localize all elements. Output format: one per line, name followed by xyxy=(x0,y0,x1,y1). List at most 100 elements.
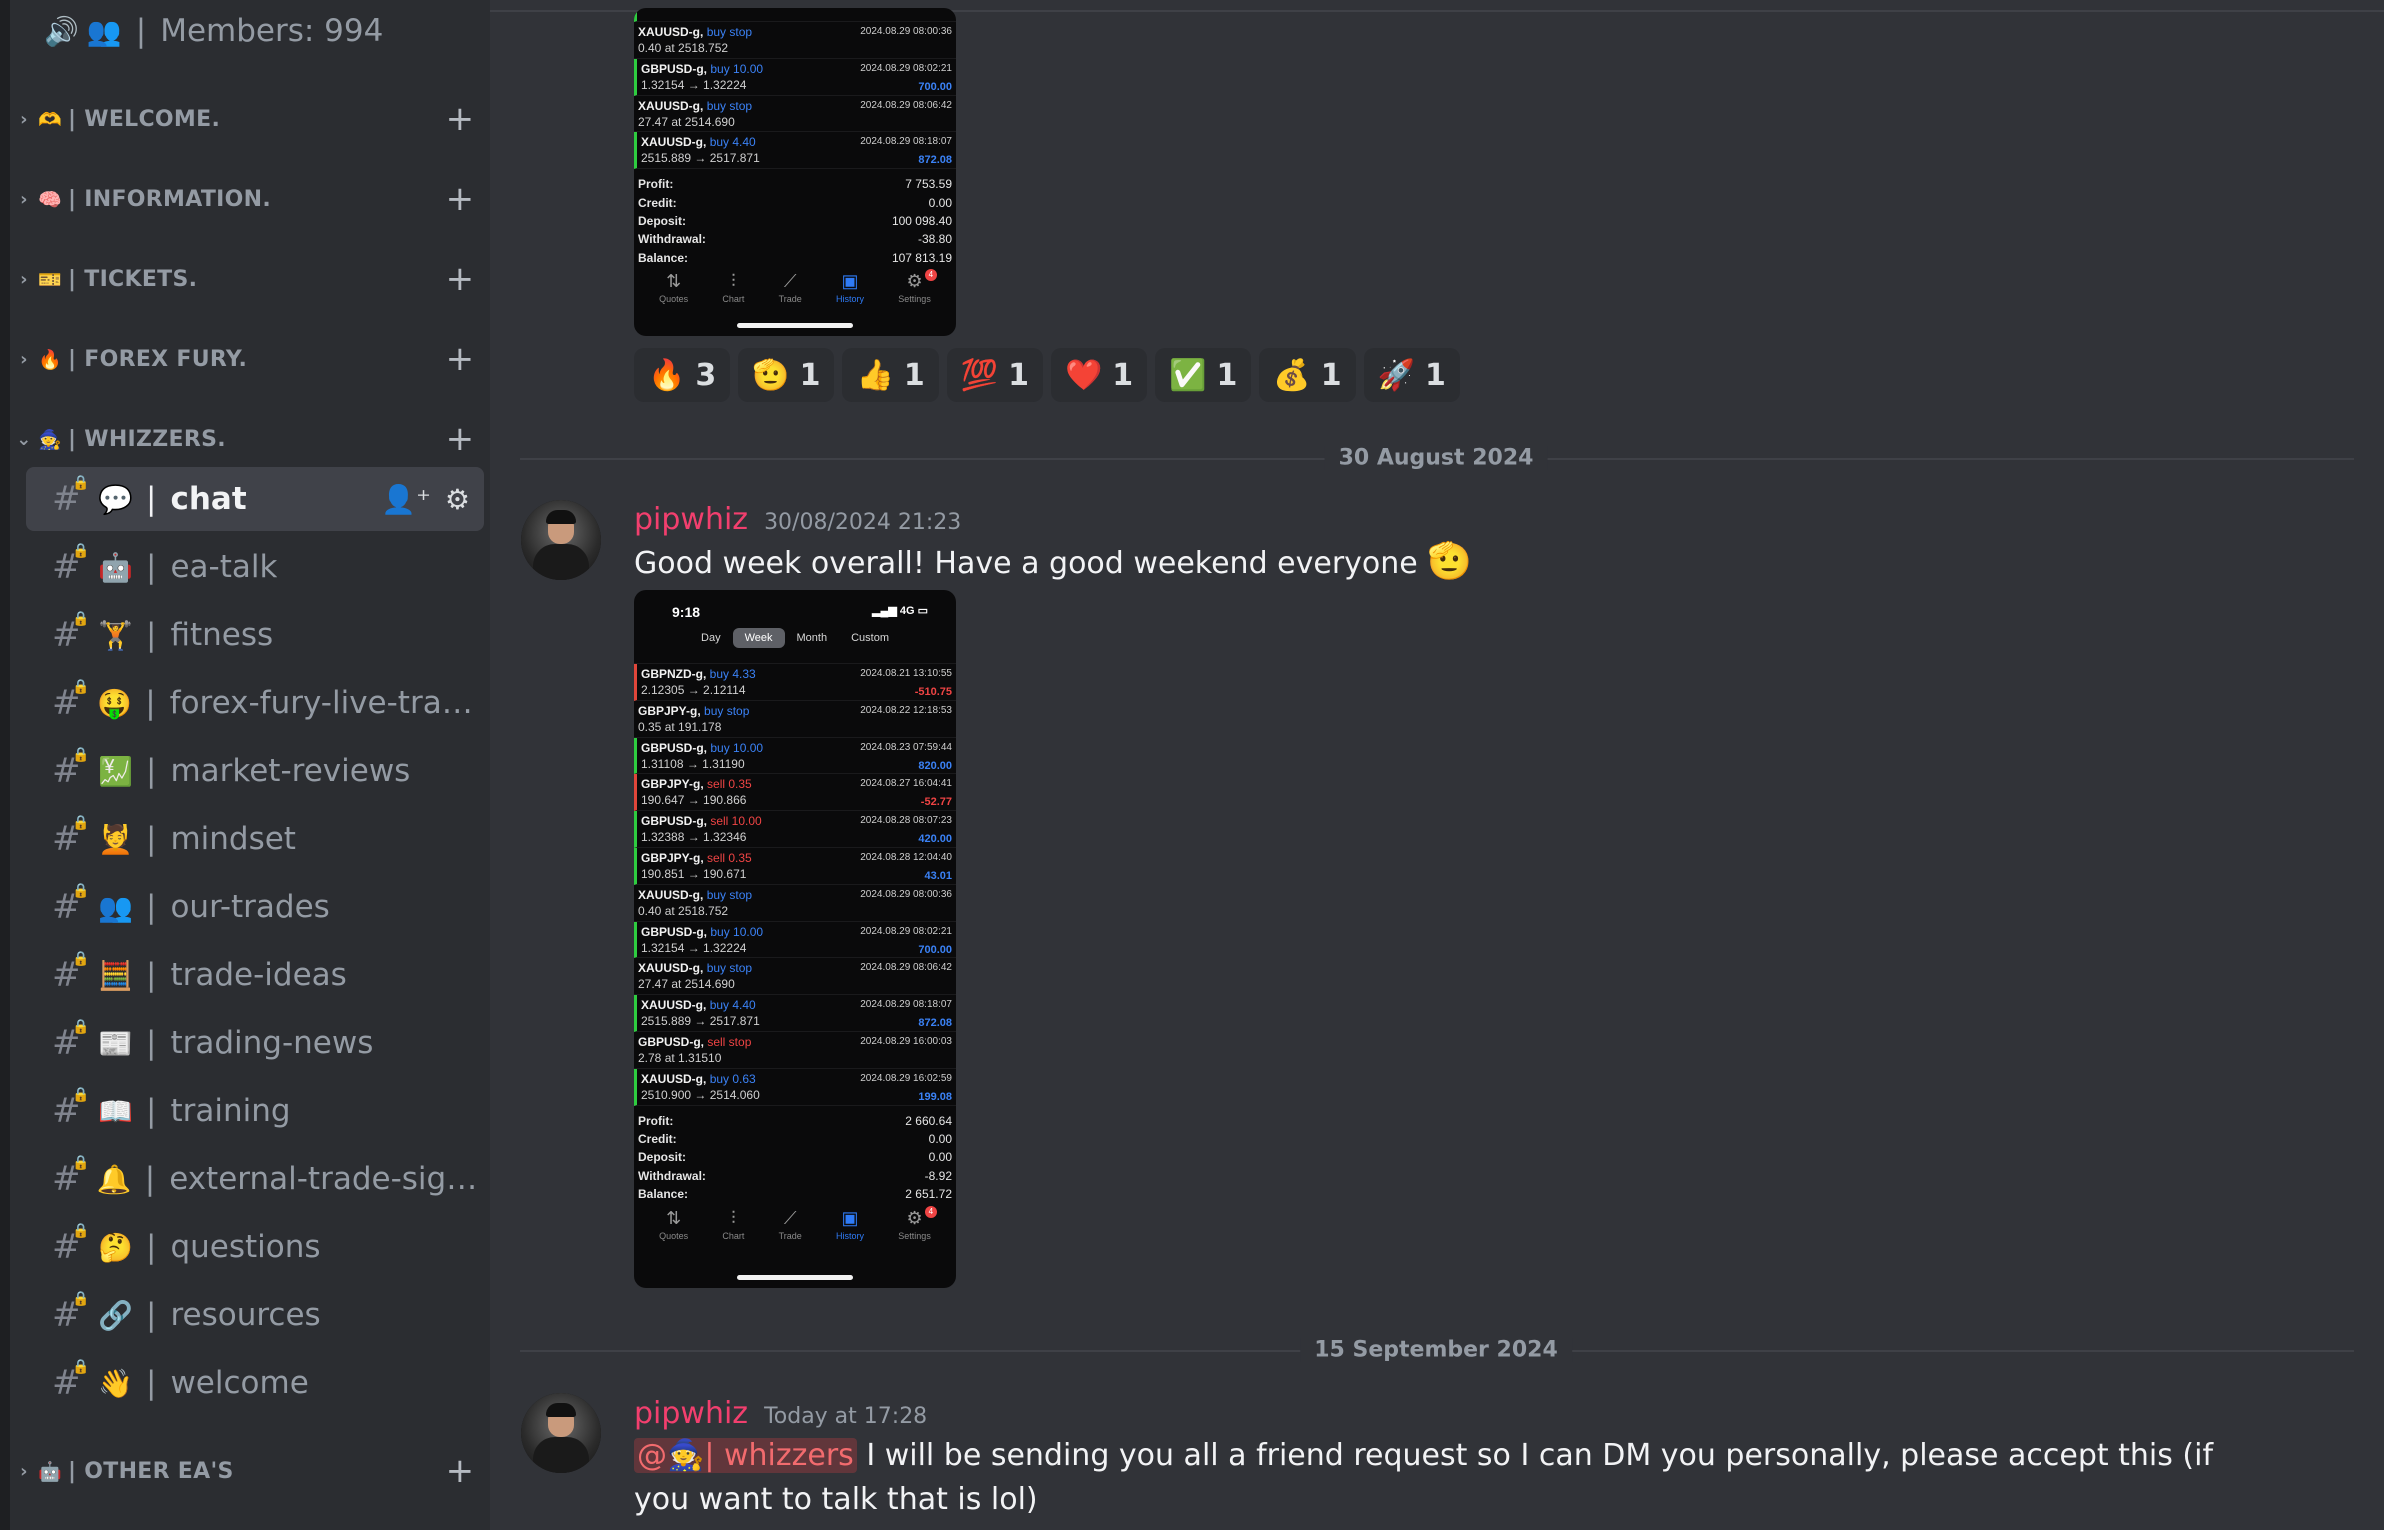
summary-key: Credit: xyxy=(638,195,677,210)
channel-label: forex-fury-live-trad... xyxy=(169,685,484,721)
members-divider: | xyxy=(135,13,147,49)
channel-resources[interactable]: # 🔒 🔗 | resources xyxy=(26,1283,484,1347)
channel-mindset[interactable]: # 🔒 💆 | mindset xyxy=(26,807,484,871)
reaction-button[interactable]: 🚀 1 xyxy=(1363,348,1460,402)
channel-questions[interactable]: # 🔒 🤔 | questions xyxy=(26,1215,484,1279)
nav-label: History xyxy=(836,1230,865,1241)
reaction-button[interactable]: 🔥 3 xyxy=(634,348,731,402)
summary-value: 0.00 xyxy=(928,195,952,210)
nav-label: Settings xyxy=(898,294,931,305)
add-channel-icon[interactable]: + xyxy=(440,259,480,299)
summary-key: Credit: xyxy=(638,1131,677,1146)
trade-datetime: 2024.08.29 08:00:36 xyxy=(860,26,952,37)
category-other-eas[interactable]: › 🤖 | OTHER EA'S + xyxy=(10,1446,480,1496)
text-channel-icon: # 🔒 xyxy=(52,543,90,587)
channel-chat[interactable]: # 🔒 💬 | chat 👤⁺ ⚙ xyxy=(26,467,484,531)
trade-datetime: 2024.08.22 12:18:53 xyxy=(860,704,952,716)
reaction-button[interactable]: 💰 1 xyxy=(1259,348,1356,402)
channel-label: external-trade-sign... xyxy=(169,1161,484,1197)
channel-divider: | xyxy=(146,1093,157,1129)
category-forex-fury[interactable]: › 🔥 | FOREX FURY. + xyxy=(10,334,480,384)
nav-label: Chart xyxy=(722,294,745,305)
trade-profit: 872.08 xyxy=(918,154,952,167)
screenshot-attachment-1[interactable]: XAUUSD-g, buy stop 2024.08.29 08:00:36 0.4… xyxy=(634,8,956,336)
trade-icon: ⟋ xyxy=(783,1207,797,1228)
category-tickets[interactable]: › 🎫 | TICKETS. + xyxy=(10,254,480,304)
reaction-button[interactable]: ✅ 1 xyxy=(1155,348,1252,402)
category-label: | TICKETS. xyxy=(67,266,198,292)
reaction-emoji: 🚀 xyxy=(1377,357,1415,393)
avatar[interactable] xyxy=(521,1393,601,1473)
screenshot-attachment-2[interactable]: 9:18 ▂▄▆ 4G ▭ Day Week Month Custom GBPNZD-… xyxy=(634,590,956,1288)
trade-symbol: XAUUSD-g, xyxy=(638,887,704,902)
summary-row: Credit: 0.00 xyxy=(638,1130,952,1148)
channel-trading-news[interactable]: # 🔒 📰 | trading-news xyxy=(26,1011,484,1075)
channel-forex-fury-live-trad[interactable]: # 🔒 🤑 | forex-fury-live-trad... xyxy=(26,671,484,735)
add-channel-icon[interactable]: + xyxy=(440,99,480,139)
text-channel-icon: # 🔒 xyxy=(52,1359,90,1403)
reaction-button[interactable]: 💯 1 xyxy=(946,348,1043,402)
trade-action: buy stop xyxy=(706,887,753,902)
date-divider-label: 30 August 2024 xyxy=(1324,445,1548,471)
channel-label: our-trades xyxy=(170,889,330,925)
category-emoji: 🎫 xyxy=(38,268,62,291)
trade-price: 1.31108 → 1.31190 xyxy=(641,756,745,771)
gear-icon[interactable]: ⚙ xyxy=(445,483,470,516)
trade-action: buy 10.00 xyxy=(710,924,764,939)
segment-month: Month xyxy=(796,632,828,644)
nav-settings: ⚙ Settings 4 xyxy=(898,269,937,305)
message-timestamp: Today at 17:28 xyxy=(764,1404,928,1429)
members-row[interactable]: 🔊 👥 | Members: 994 xyxy=(10,8,383,54)
reaction-button[interactable]: 👍 1 xyxy=(842,348,939,402)
author-name[interactable]: pipwhiz xyxy=(634,1396,748,1431)
category-whizzers[interactable]: ⌄ 🧙 | WHIZZERS. + xyxy=(10,414,480,464)
role-mention[interactable]: @🧙| whizzers xyxy=(634,1438,857,1473)
trade-price: 190.851 → 190.671 xyxy=(641,866,747,881)
summary-row: Balance: 2 651.72 xyxy=(638,1185,952,1203)
category-welcome[interactable]: › 🫶 | WELCOME. + xyxy=(10,94,480,144)
summary-value: 2 651.72 xyxy=(905,1187,952,1202)
summary-row: Withdrawal: -8.92 xyxy=(638,1167,952,1185)
category-information[interactable]: › 🧠 | INFORMATION. + xyxy=(10,174,480,224)
trade-row: GBPJPY-g, buy stop 2024.08.22 12:18:53 0.3… xyxy=(634,701,956,738)
reaction-button[interactable]: 🫡 1 xyxy=(738,348,835,402)
reaction-button[interactable]: ❤️ 1 xyxy=(1050,348,1148,402)
channel-fitness[interactable]: # 🔒 🏋 | fitness xyxy=(26,603,484,667)
summary-key: Withdrawal: xyxy=(638,232,706,247)
channel-emoji: 🏋 xyxy=(98,618,133,652)
add-channel-icon[interactable]: + xyxy=(440,1451,480,1491)
channel-trade-ideas[interactable]: # 🔒 🧮 | trade-ideas xyxy=(26,943,484,1007)
segment-week: Week xyxy=(732,628,785,648)
channel-market-reviews[interactable]: # 🔒 💹 | market-reviews xyxy=(26,739,484,803)
add-channel-icon[interactable]: + xyxy=(440,339,480,379)
avatar[interactable] xyxy=(521,500,601,580)
trade-price: 190.647 → 190.866 xyxy=(641,793,747,808)
trade-row: XAUUSD-g, buy stop 2024.08.29 08:06:42 27.… xyxy=(634,958,956,996)
summary-value: -8.92 xyxy=(924,1168,952,1183)
trade-price: 27.47 at 2514.690 xyxy=(638,977,735,992)
channel-label: market-reviews xyxy=(170,753,411,789)
trade-profit: -510.75 xyxy=(914,686,952,698)
add-channel-icon[interactable]: + xyxy=(440,179,480,219)
nav-history: ▣ History xyxy=(836,271,864,304)
add-channel-icon[interactable]: + xyxy=(440,419,480,459)
channel-external-trade-sign[interactable]: # 🔒 🔔 | external-trade-sign... xyxy=(26,1147,484,1211)
trade-action: buy stop xyxy=(706,961,753,976)
channel-emoji: 👋 xyxy=(98,1366,133,1400)
channel-our-trades[interactable]: # 🔒 👥 | our-trades xyxy=(26,875,484,939)
reaction-emoji: ✅ xyxy=(1169,357,1207,393)
summary-key: Profit: xyxy=(638,177,674,192)
message-timestamp: 30/08/2024 21:23 xyxy=(764,510,962,535)
channel-ea-talk[interactable]: # 🔒 🤖 | ea-talk xyxy=(26,535,484,599)
author-name[interactable]: pipwhiz xyxy=(634,502,748,537)
trade-datetime: 2024.08.23 07:59:44 xyxy=(860,741,952,753)
invite-icon[interactable]: 👤⁺ xyxy=(381,483,431,516)
channel-welcome[interactable]: # 🔒 👋 | welcome xyxy=(26,1351,484,1415)
reaction-count: 1 xyxy=(1112,357,1134,393)
nav-label: Trade xyxy=(778,1230,802,1241)
channel-training[interactable]: # 🔒 📖 | training xyxy=(26,1079,484,1143)
trade-price: 2515.889 → 2517.871 xyxy=(641,1014,760,1029)
chevron-down-icon: ⌄ xyxy=(16,428,32,450)
channel-emoji: 💆 xyxy=(98,822,133,856)
channel-divider: | xyxy=(146,1025,157,1061)
